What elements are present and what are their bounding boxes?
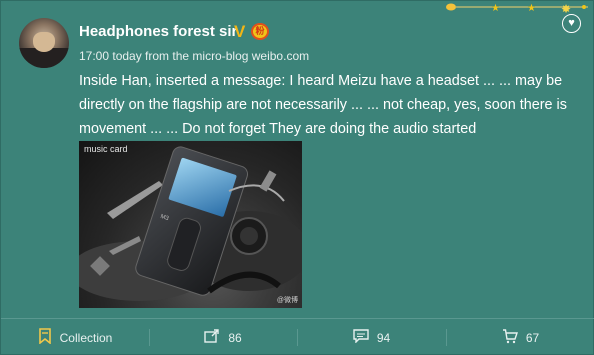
comment-button[interactable]: 94 bbox=[297, 319, 446, 355]
repost-icon bbox=[204, 329, 220, 346]
avatar[interactable] bbox=[19, 18, 69, 68]
star-strip-icon: ★ ★ ✸ bbox=[446, 2, 588, 16]
comment-icon bbox=[353, 329, 369, 346]
repost-button[interactable]: 86 bbox=[149, 319, 297, 355]
svg-text:✸: ✸ bbox=[561, 2, 571, 15]
post-text: Inside Han, inserted a message: I heard … bbox=[79, 73, 567, 137]
weibo-post-card: ★ ★ ✸ ♥ Headphones forest sir V 粉 17:00 … bbox=[0, 0, 594, 355]
collection-button[interactable]: Collection bbox=[1, 319, 149, 355]
cart-icon bbox=[502, 328, 518, 347]
like-count: 67 bbox=[525, 330, 540, 345]
post-meta[interactable]: 17:00 today from the micro-blog weibo.co… bbox=[79, 49, 309, 63]
svg-text:★: ★ bbox=[527, 3, 536, 14]
collection-label: Collection bbox=[59, 330, 113, 345]
username-link[interactable]: Headphones forest sir bbox=[79, 23, 237, 40]
image-caption: music card bbox=[84, 144, 128, 154]
image-watermark: @微博 bbox=[276, 297, 298, 304]
like-button[interactable]: 67 bbox=[446, 319, 594, 355]
svg-text:★: ★ bbox=[491, 3, 500, 14]
fan-badge-icon: 粉 bbox=[251, 23, 269, 40]
favorite-heart-button[interactable]: ♥ bbox=[562, 14, 581, 33]
post-image[interactable]: M3 music card @微博 bbox=[79, 141, 302, 308]
comment-count: 94 bbox=[376, 330, 391, 345]
verified-badge-icon: V bbox=[234, 22, 246, 41]
heart-icon: ♥ bbox=[568, 17, 575, 29]
mp3-player-photo: M3 bbox=[79, 146, 302, 301]
repost-count: 86 bbox=[228, 330, 242, 345]
bookmark-icon bbox=[38, 328, 52, 347]
decorative-star-strip: ★ ★ ✸ bbox=[443, 1, 593, 16]
